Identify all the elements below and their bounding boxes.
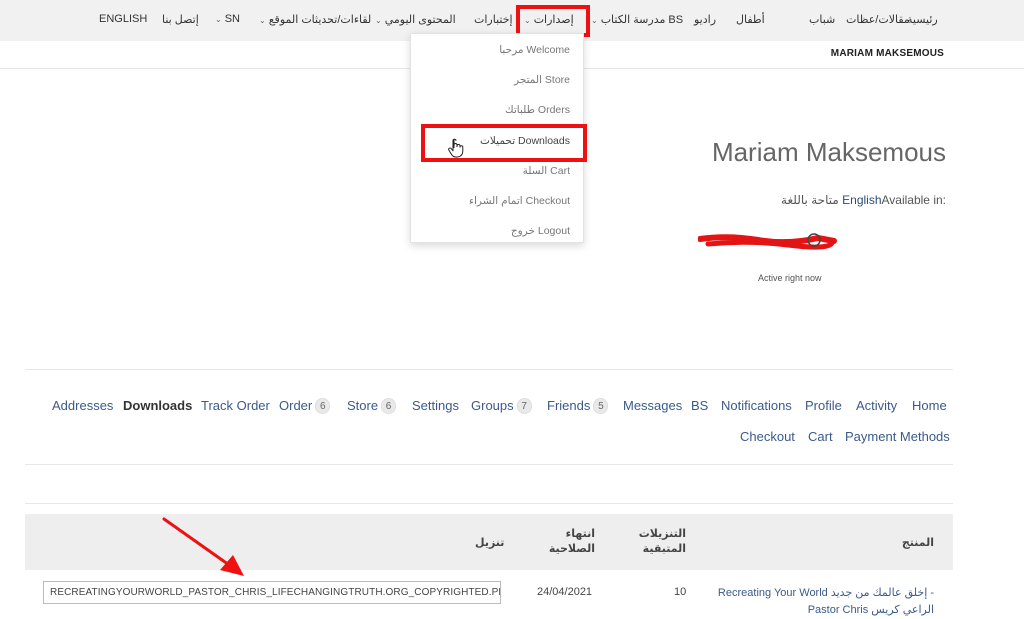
nav-daily-label: المحتوى اليومي bbox=[384, 14, 456, 26]
tab-settings[interactable]: Settings bbox=[412, 398, 459, 413]
redacted-handle bbox=[698, 233, 837, 250]
tab-messages[interactable]: Messages bbox=[623, 398, 682, 413]
download-file-button[interactable]: RECREATINGYOURWORLD_PASTOR_CHRIS_LIFECHA… bbox=[43, 581, 501, 604]
remaining-count: 10 bbox=[674, 586, 687, 598]
dropdown-item-cart[interactable]: السلة Cart bbox=[523, 165, 570, 177]
tab-order[interactable]: Order 6 bbox=[279, 398, 331, 414]
header-download: تنزيل bbox=[475, 537, 505, 549]
nav-tests[interactable]: إختبارات bbox=[474, 13, 513, 26]
nav-bs-school[interactable]: ⌄ مدرسة الكتاب BS bbox=[591, 13, 683, 26]
nav-updates[interactable]: ⌄ لقاءات/تحديثات الموقع bbox=[259, 13, 371, 26]
username-label[interactable]: MARIAM MAKSEMOUS bbox=[831, 48, 944, 59]
notice-area bbox=[25, 466, 953, 504]
dropdown-item-store[interactable]: المتجر Store bbox=[514, 74, 570, 86]
tab-checkout[interactable]: Checkout bbox=[740, 429, 795, 444]
nav-contact[interactable]: إتصل بنا bbox=[162, 13, 199, 26]
product-link[interactable]: Recreating Your World إخلق عالمك من جديد… bbox=[704, 585, 934, 619]
nav-updates-label: لقاءات/تحديثات الموقع bbox=[268, 14, 372, 26]
tab-friends[interactable]: Friends 5 bbox=[547, 398, 609, 414]
nav-sn-label: SN bbox=[224, 13, 240, 25]
tab-order-label: Order bbox=[279, 398, 313, 413]
count-badge: 6 bbox=[315, 398, 331, 414]
tab-profile[interactable]: Profile bbox=[805, 398, 842, 413]
tab-bs[interactable]: BS bbox=[691, 398, 708, 413]
available-suffix: متاحة باللغة bbox=[781, 193, 839, 207]
tab-payment-methods[interactable]: Payment Methods bbox=[845, 429, 950, 444]
header-expires: انتهاء الصلاحية bbox=[548, 528, 595, 555]
profile-display-name: Mariam Maksemous bbox=[711, 137, 946, 167]
dropdown-item-orders[interactable]: طلباتك Orders bbox=[505, 104, 570, 116]
nav-english[interactable]: ENGLISH bbox=[99, 13, 147, 25]
tab-store[interactable]: Store 6 bbox=[347, 398, 397, 414]
header-remaining: التنزيلات المتبقية bbox=[638, 528, 686, 555]
dropdown-item-welcome[interactable]: مرحبا Welcome bbox=[499, 44, 570, 56]
tab-addresses[interactable]: Addresses bbox=[52, 398, 113, 413]
nav-kids[interactable]: أطفال bbox=[736, 13, 765, 26]
count-badge: 7 bbox=[516, 398, 532, 414]
dropdown-item-logout[interactable]: خروج Logout bbox=[511, 225, 570, 237]
tab-store-label: Store bbox=[347, 398, 379, 413]
nav-articles[interactable]: مقالات/عظات bbox=[846, 13, 910, 26]
tab-activity[interactable]: Activity bbox=[856, 398, 897, 413]
nav-youth[interactable]: شباب bbox=[809, 13, 835, 26]
count-badge: 6 bbox=[381, 398, 397, 414]
profile-tabs: Addresses Downloads Track Order Order 6 S… bbox=[25, 369, 953, 465]
status-text: Active right now bbox=[758, 273, 822, 283]
expiry-date: 24/04/2021 bbox=[537, 586, 593, 598]
chevron-down-icon: ⌄ bbox=[591, 16, 598, 25]
dropdown-item-checkout[interactable]: اتمام الشراء Checkout bbox=[469, 195, 570, 207]
tab-cart[interactable]: Cart bbox=[808, 429, 833, 444]
hand-cursor-icon bbox=[448, 138, 464, 158]
nav-radio[interactable]: راديو bbox=[694, 13, 716, 26]
tab-friends-label: Friends bbox=[547, 398, 591, 413]
nav-daily[interactable]: ⌄ المحتوى اليومي bbox=[375, 13, 456, 26]
header-product: المنتج bbox=[901, 537, 934, 549]
available-prefix: Available in: bbox=[881, 193, 947, 207]
chevron-down-icon: ⌄ bbox=[215, 15, 222, 24]
nav-sn[interactable]: ⌄ SN bbox=[215, 13, 240, 25]
count-badge: 5 bbox=[593, 398, 609, 414]
chevron-down-icon: ⌄ bbox=[259, 16, 266, 25]
tab-track-order[interactable]: Track Order bbox=[201, 398, 270, 413]
nav-bs-school-label: مدرسة الكتاب BS bbox=[600, 14, 684, 26]
tab-home[interactable]: Home bbox=[912, 398, 947, 413]
tab-downloads[interactable]: Downloads bbox=[123, 398, 192, 413]
nav-home[interactable]: رئيسية bbox=[907, 13, 938, 26]
chevron-down-icon: ⌄ bbox=[375, 16, 382, 25]
tab-groups-label: Groups bbox=[471, 398, 514, 413]
tab-notifications[interactable]: Notifications bbox=[721, 398, 792, 413]
available-language: متاحة باللغة EnglishAvailable in: bbox=[781, 193, 946, 207]
language-link[interactable]: English bbox=[842, 193, 881, 207]
annotation-arrow bbox=[162, 517, 244, 576]
tab-groups[interactable]: Groups 7 bbox=[471, 398, 532, 414]
downloads-highlight-box bbox=[421, 124, 587, 162]
